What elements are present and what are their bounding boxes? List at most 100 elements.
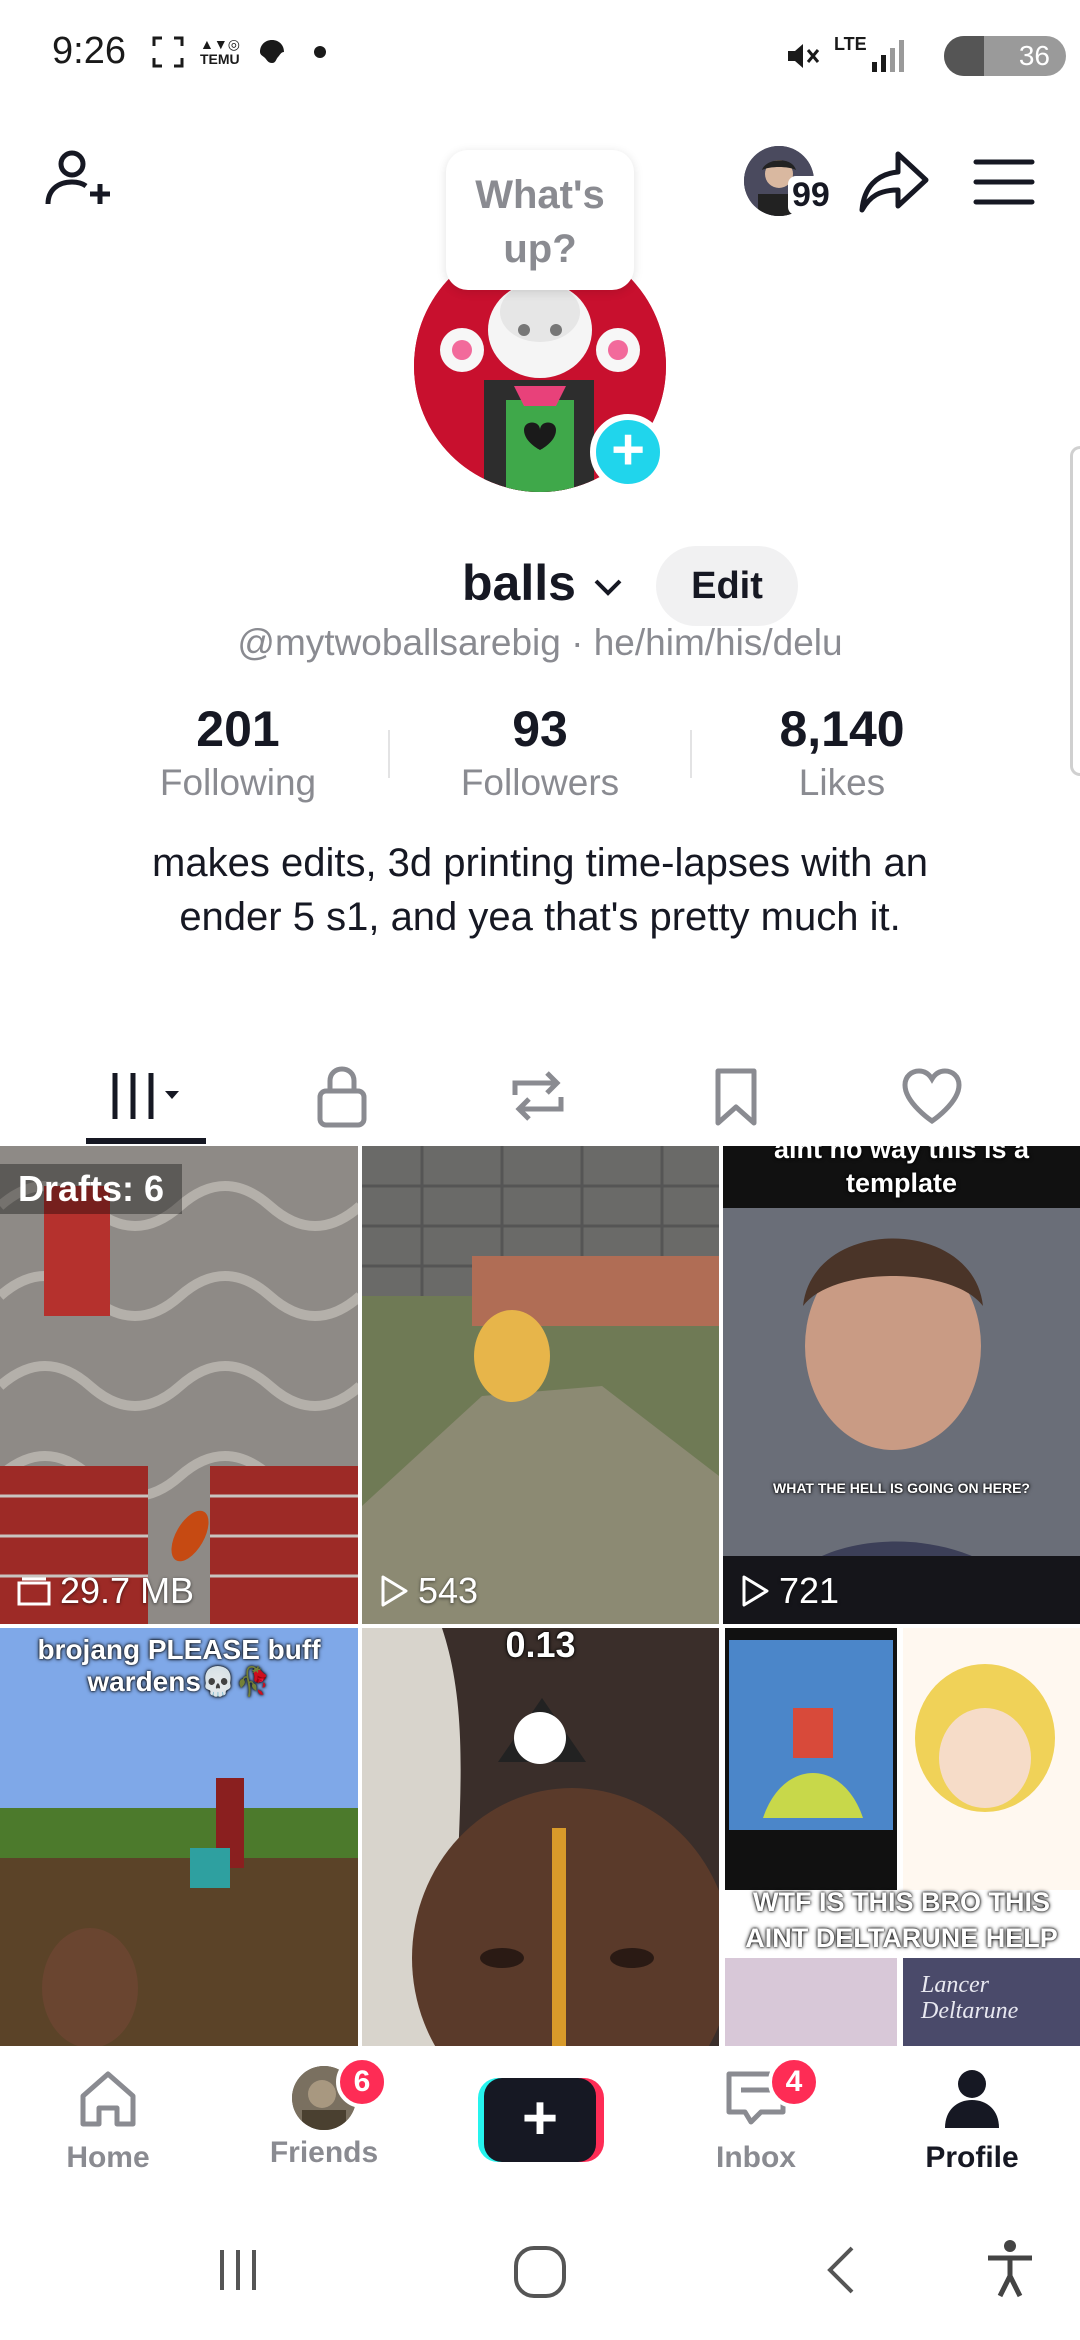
battery-indicator: 36 <box>944 36 1066 76</box>
tab-liked[interactable] <box>872 1046 992 1146</box>
chevron-down-icon <box>594 579 622 596</box>
drafts-count-label: Drafts: 6 <box>0 1164 183 1214</box>
likes-count: 8,140 <box>779 701 905 757</box>
heart-icon <box>902 1068 962 1125</box>
profile-tabs <box>0 1046 1080 1146</box>
friends-notification-badge: 6 <box>336 2056 388 2108</box>
view-count-overlay: 543 <box>378 1570 478 1612</box>
nav-home-label: Home <box>66 2141 150 2174</box>
tab-reposts[interactable] <box>478 1046 598 1146</box>
signal-icon <box>872 40 904 72</box>
lock-icon <box>317 1066 367 1128</box>
stat-followers[interactable]: 93 Followers <box>390 700 690 804</box>
stat-likes[interactable]: 8,140 Likes <box>692 700 992 804</box>
video-thumbnail <box>723 1208 1080 1624</box>
home-circle-icon <box>514 2246 566 2298</box>
stat-following[interactable]: 201 Following <box>88 700 388 804</box>
nav-profile[interactable]: Profile <box>892 2066 1052 2175</box>
home-system-button[interactable] <box>508 2240 572 2304</box>
tab-favorites[interactable] <box>676 1046 796 1146</box>
profile-bio: makes edits, 3d printing time-lapses wit… <box>152 841 928 939</box>
bottom-navigation: Home Friends 6 + Inbox 4 Profile <box>0 2046 1080 2196</box>
video-tile[interactable]: brojang PLEASE buff wardens💀🥀 <box>0 1628 358 2046</box>
view-count-overlay: 721 <box>739 1570 839 1612</box>
video-caption: aint no way this is a template <box>773 1146 1030 1198</box>
add-friend-button[interactable] <box>40 140 120 220</box>
likes-label: Likes <box>798 762 886 803</box>
nav-home[interactable]: Home <box>28 2066 188 2175</box>
video-caption: 0.13 <box>505 1628 576 1665</box>
accessibility-button[interactable] <box>980 2236 1040 2300</box>
view-count: 721 <box>779 1570 840 1611</box>
system-indicators: LTE 36 <box>780 28 1080 78</box>
app-notification-icon <box>259 40 284 63</box>
video-tile[interactable]: 543 <box>362 1146 719 1624</box>
hamburger-menu-icon <box>973 159 1035 205</box>
home-icon <box>80 2071 136 2127</box>
active-tab-indicator <box>86 1138 206 1144</box>
tab-private[interactable] <box>282 1046 402 1146</box>
video-tile[interactable]: WTF IS THIS BRO THIS AINT DELTARUNE HELP… <box>723 1628 1080 2046</box>
system-navigation-bar <box>0 2196 1080 2340</box>
screenshot-icon <box>152 36 184 68</box>
followers-count: 93 <box>512 701 568 757</box>
mute-icon <box>788 44 820 68</box>
followers-label: Followers <box>460 762 620 803</box>
video-tile[interactable]: aint no way this is a template WHAT THE … <box>723 1146 1080 1624</box>
view-count: 543 <box>418 1570 479 1611</box>
recent-apps-button[interactable] <box>208 2240 268 2300</box>
video-grid: Drafts: 6 29.7 MB 543 aint no way this i… <box>0 1146 1080 2046</box>
nav-inbox[interactable]: Inbox 4 <box>676 2056 836 2175</box>
back-chevron-icon <box>827 2246 854 2294</box>
nav-profile-label: Profile <box>925 2141 1019 2174</box>
clock: 9:26 <box>52 30 126 72</box>
more-notifications-dot <box>313 46 326 58</box>
video-inner-caption: WHAT THE HELL IS GOING ON HERE? <box>773 1480 1030 1496</box>
drafts-folder-icon <box>17 1577 51 1606</box>
create-button[interactable]: + <box>478 2078 604 2162</box>
drafts-size: 29.7 MB <box>60 1570 195 1611</box>
plus-icon: + <box>484 2078 596 2162</box>
menu-button[interactable] <box>966 144 1042 220</box>
edit-profile-button[interactable]: Edit <box>656 546 798 626</box>
share-profile-button[interactable] <box>856 144 932 220</box>
videos-grid-icon <box>112 1073 179 1119</box>
video-inner-text: Lancer Deltarune <box>921 1972 1019 2024</box>
back-button[interactable] <box>814 2240 874 2300</box>
drafts-tile[interactable]: Drafts: 6 29.7 MB <box>0 1146 358 1624</box>
lte-label: LTE <box>834 34 867 54</box>
video-tile[interactable]: 0.13 <box>362 1628 719 2046</box>
display-name[interactable]: balls <box>462 554 626 612</box>
whats-up-bubble[interactable]: What's up? <box>446 150 634 290</box>
play-icon <box>742 1575 769 1607</box>
nav-inbox-label: Inbox <box>716 2141 796 2174</box>
drafts-size-overlay: 29.7 MB <box>16 1570 194 1612</box>
following-count: 201 <box>196 701 280 757</box>
draft-thumbnail <box>0 1146 358 1624</box>
notification-icons: ▲▼◎ TEMU <box>150 34 326 70</box>
repost-icon <box>512 1071 564 1121</box>
tab-videos[interactable] <box>86 1046 206 1146</box>
video-caption: WTF IS THIS BRO THIS AINT DELTARUNE HELP <box>745 1887 1058 1953</box>
video-thumbnail <box>362 1146 719 1624</box>
share-icon <box>859 151 929 213</box>
temu-icon: ▲▼◎ TEMU <box>200 36 240 67</box>
recent-apps-icon <box>220 2250 256 2290</box>
status-bar: 9:26 ▲▼◎ TEMU LTE 36 <box>0 0 1080 110</box>
nav-friends[interactable]: Friends 6 <box>244 2056 404 2170</box>
accessibility-icon <box>988 2240 1032 2298</box>
following-label: Following <box>159 762 317 803</box>
inbox-notification-badge: 4 <box>768 2056 820 2108</box>
add-user-icon <box>45 150 110 205</box>
profile-icon <box>945 2070 999 2128</box>
bookmark-icon <box>715 1068 757 1126</box>
video-thumbnail <box>362 1628 719 2046</box>
profile-stats: 201 Following 93 Followers 8,140 Likes <box>0 700 1080 810</box>
video-caption: brojang PLEASE buff wardens💀🥀 <box>37 1634 321 1697</box>
play-icon <box>381 1575 408 1607</box>
nav-friends-label: Friends <box>269 2136 379 2169</box>
add-story-button[interactable]: + <box>590 414 666 490</box>
display-name-text: balls <box>462 555 576 611</box>
handle-and-pronouns[interactable]: @mytwoballsarebig · he/him/his/delu <box>0 622 1080 664</box>
friends-count-badge: 99 <box>788 176 834 215</box>
